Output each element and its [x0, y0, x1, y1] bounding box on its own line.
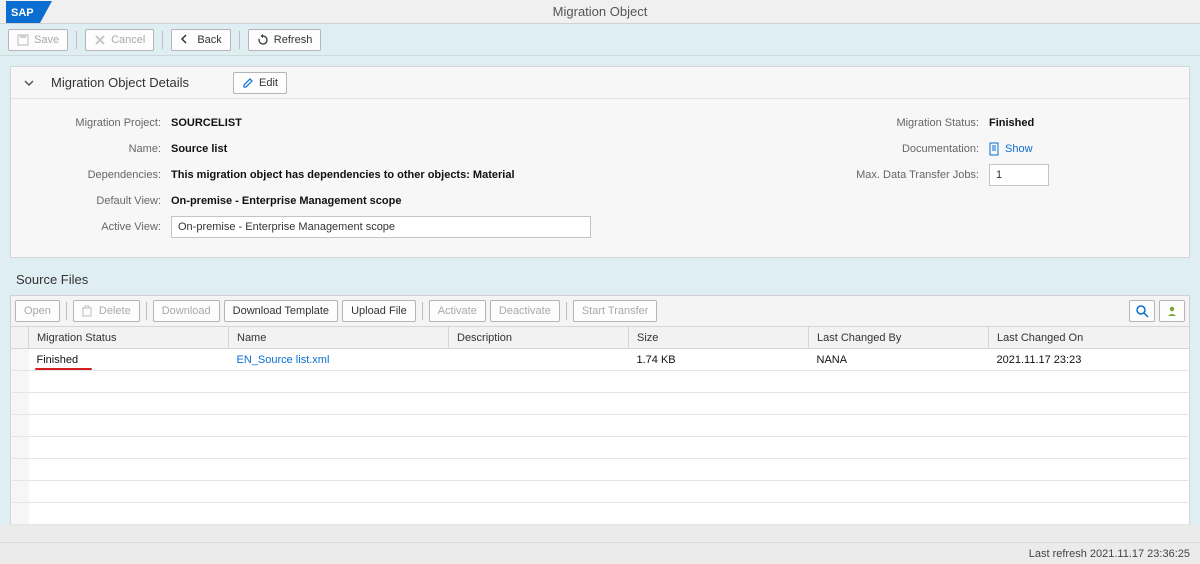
table-row[interactable] [11, 481, 1190, 503]
col-description[interactable]: Description [449, 327, 629, 349]
table-row[interactable] [11, 437, 1190, 459]
trash-icon [82, 305, 94, 317]
pencil-icon [242, 77, 254, 89]
back-label: Back [197, 34, 221, 46]
active-view-value: On-premise - Enterprise Management scope [178, 221, 395, 233]
source-files-title: Source Files [16, 272, 1190, 287]
default-view-value: On-premise - Enterprise Management scope [171, 195, 401, 207]
cell-last-changed-on: 2021.11.17 23:23 [989, 349, 1190, 371]
document-icon [989, 142, 1001, 156]
delete-button[interactable]: Delete [73, 300, 140, 322]
migration-project-value: SOURCELIST [171, 117, 242, 129]
migration-status-label: Migration Status: [819, 117, 989, 129]
default-view-label: Default View: [21, 195, 171, 207]
table-row[interactable] [11, 371, 1190, 393]
details-panel-header: Migration Object Details Edit [11, 67, 1189, 99]
cancel-icon [94, 34, 106, 46]
save-label: Save [34, 34, 59, 46]
source-files-table: Migration Status Name Description Size L… [10, 326, 1190, 525]
personalize-icon-button[interactable] [1159, 300, 1185, 322]
main-toolbar: Save Cancel Back Refresh [0, 24, 1200, 56]
cell-size: 1.74 KB [629, 349, 809, 371]
deactivate-button[interactable]: Deactivate [490, 300, 560, 322]
svg-text:SAP: SAP [11, 7, 34, 19]
active-view-label: Active View: [21, 221, 171, 233]
max-jobs-input[interactable]: 1 [989, 164, 1049, 186]
cancel-button[interactable]: Cancel [85, 29, 154, 51]
migration-status-value: Finished [989, 117, 1034, 129]
separator [239, 31, 240, 49]
start-transfer-button[interactable]: Start Transfer [573, 300, 658, 322]
page-title: Migration Object [0, 4, 1200, 19]
dependencies-label: Dependencies: [21, 169, 171, 181]
name-value: Source list [171, 143, 227, 155]
documentation-label: Documentation: [819, 143, 989, 155]
details-panel-title: Migration Object Details [51, 75, 189, 90]
back-icon [180, 34, 192, 46]
col-last-changed-by[interactable]: Last Changed By [809, 327, 989, 349]
separator [422, 302, 423, 320]
search-icon-button[interactable] [1129, 300, 1155, 322]
open-button[interactable]: Open [15, 300, 60, 322]
activate-button[interactable]: Activate [429, 300, 486, 322]
separator [76, 31, 77, 49]
col-migration-status[interactable]: Migration Status [29, 327, 229, 349]
details-panel: Migration Object Details Edit Migration … [10, 66, 1190, 258]
col-size[interactable]: Size [629, 327, 809, 349]
chevron-down-icon[interactable] [21, 75, 37, 91]
refresh-button[interactable]: Refresh [248, 29, 322, 51]
separator [566, 302, 567, 320]
table-row[interactable]: Finished EN_Source list.xml 1.74 KB NANA… [11, 349, 1190, 371]
refresh-label: Refresh [274, 34, 313, 46]
row-selector[interactable] [11, 349, 29, 371]
active-view-input[interactable]: On-premise - Enterprise Management scope [171, 216, 591, 238]
row-selector-header[interactable] [11, 327, 29, 349]
source-files-toolbar: Open Delete Download Download Template U… [10, 295, 1190, 326]
edit-button[interactable]: Edit [233, 72, 287, 94]
last-refresh-text: Last refresh 2021.11.17 23:36:25 [1029, 548, 1190, 560]
name-label: Name: [21, 143, 171, 155]
table-row[interactable] [11, 503, 1190, 525]
separator [66, 302, 67, 320]
download-button[interactable]: Download [153, 300, 220, 322]
edit-label: Edit [259, 77, 278, 89]
refresh-icon [257, 34, 269, 46]
save-icon [17, 34, 29, 46]
documentation-link[interactable]: Show [1005, 143, 1033, 155]
header-bar: SAP Migration Object [0, 0, 1200, 24]
col-last-changed-on[interactable]: Last Changed On [989, 327, 1190, 349]
save-button[interactable]: Save [8, 29, 68, 51]
status-bar: Last refresh 2021.11.17 23:36:25 [0, 542, 1200, 564]
table-row[interactable] [11, 415, 1190, 437]
max-jobs-value: 1 [996, 169, 1002, 181]
table-header-row: Migration Status Name Description Size L… [11, 327, 1190, 349]
separator [146, 302, 147, 320]
dependencies-value: This migration object has dependencies t… [171, 169, 515, 181]
max-jobs-label: Max. Data Transfer Jobs: [819, 169, 989, 181]
cancel-label: Cancel [111, 34, 145, 46]
cell-file-name[interactable]: EN_Source list.xml [237, 354, 330, 366]
table-row[interactable] [11, 459, 1190, 481]
download-template-button[interactable]: Download Template [224, 300, 338, 322]
cell-description [449, 349, 629, 371]
upload-file-button[interactable]: Upload File [342, 300, 416, 322]
cell-last-changed-by: NANA [809, 349, 989, 371]
col-name[interactable]: Name [229, 327, 449, 349]
sap-logo: SAP [6, 1, 52, 23]
table-row[interactable] [11, 393, 1190, 415]
back-button[interactable]: Back [171, 29, 230, 51]
migration-project-label: Migration Project: [21, 117, 171, 129]
separator [162, 31, 163, 49]
cell-migration-status: Finished [37, 354, 79, 366]
